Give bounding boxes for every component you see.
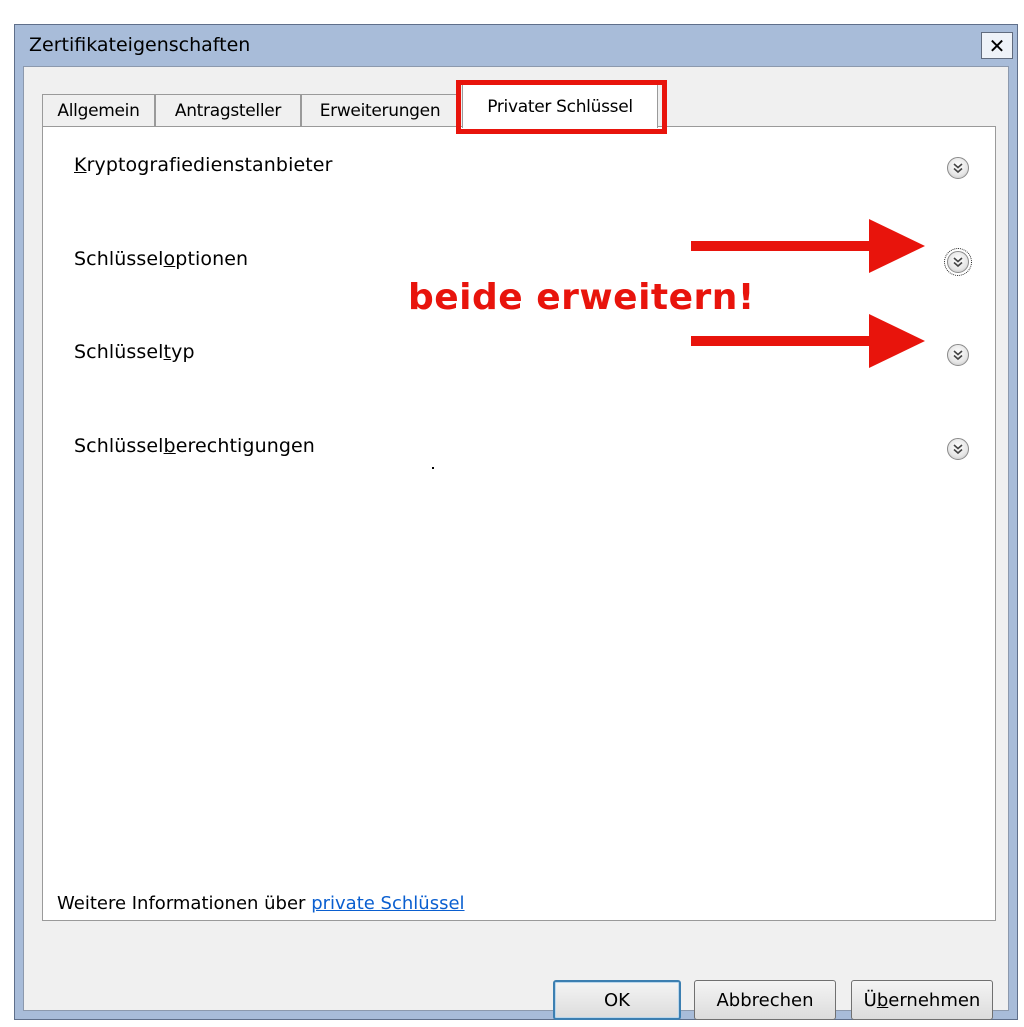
ok-button[interactable]: OK: [553, 980, 681, 1020]
annotation-arrow-icon: [691, 219, 925, 273]
section-label-accel: o: [163, 248, 176, 270]
section-cryptographic-provider[interactable]: Kryptografiedienstanbieter: [74, 154, 333, 176]
section-key-options[interactable]: Schlüsseloptionen: [74, 248, 248, 270]
section-label-accel: b: [163, 435, 176, 457]
stray-dot: [432, 467, 434, 469]
chevron-double-down-icon: [953, 444, 963, 455]
section-label-text: yp: [171, 341, 195, 363]
chevron-double-down-icon: [953, 257, 963, 268]
close-button[interactable]: ✕: [981, 32, 1013, 59]
apply-label: Ü: [863, 989, 877, 1011]
section-key-permissions[interactable]: Schlüsselberechtigungen: [74, 435, 315, 457]
section-label-text: ptionen: [175, 248, 249, 270]
window-title: Zertifikateigenschaften: [29, 34, 251, 56]
chevron-double-down-icon: [953, 163, 963, 174]
more-info-text: Weitere Informationen über: [57, 893, 312, 914]
more-info-line: Weitere Informationen über private Schlü…: [57, 893, 465, 914]
section-label-text: Schlüssel: [74, 341, 164, 363]
section-label-text: Schlüssel: [74, 435, 164, 457]
tab-privater-schluessel[interactable]: Privater Schlüssel: [462, 84, 658, 128]
dialog-client-area: Allgemein Antragsteller Erweiterungen Pr…: [23, 66, 1009, 1020]
tab-allgemein[interactable]: Allgemein: [42, 94, 155, 126]
private-keys-link[interactable]: private Schlüssel: [311, 893, 464, 914]
section-key-type[interactable]: Schlüsseltyp: [74, 341, 195, 363]
annotation-arrow-icon: [691, 314, 925, 368]
expand-key-options-button[interactable]: [944, 248, 972, 276]
apply-label-accel: b: [876, 989, 889, 1011]
tab-erweiterungen[interactable]: Erweiterungen: [301, 94, 459, 126]
chevron-double-down-icon: [953, 350, 963, 361]
apply-button[interactable]: Üb ernehmen: [851, 980, 993, 1020]
expand-key-type-button[interactable]: [947, 344, 969, 366]
apply-label: ernehmen: [888, 989, 981, 1011]
section-label-accel: K: [74, 154, 87, 176]
cancel-button[interactable]: Abbrechen: [694, 980, 836, 1020]
title-bar: Zertifikateigenschaften ✕: [15, 25, 1017, 65]
section-label-text: Schlüssel: [74, 248, 164, 270]
section-label-text: ryptografiedienstanbieter: [86, 154, 333, 176]
private-key-panel: Kryptografiedienstanbieter Schlüsselopti…: [42, 126, 996, 921]
expand-key-permissions-button[interactable]: [947, 438, 969, 460]
certificate-properties-dialog: Zertifikateigenschaften ✕ Allgemein Antr…: [14, 24, 1018, 1020]
close-icon: ✕: [988, 33, 1006, 58]
section-label-accel: t: [163, 341, 172, 363]
expand-cryptographic-provider-button[interactable]: [947, 157, 969, 179]
tab-antragsteller[interactable]: Antragsteller: [155, 94, 301, 126]
section-label-text: erechtigungen: [175, 435, 315, 457]
